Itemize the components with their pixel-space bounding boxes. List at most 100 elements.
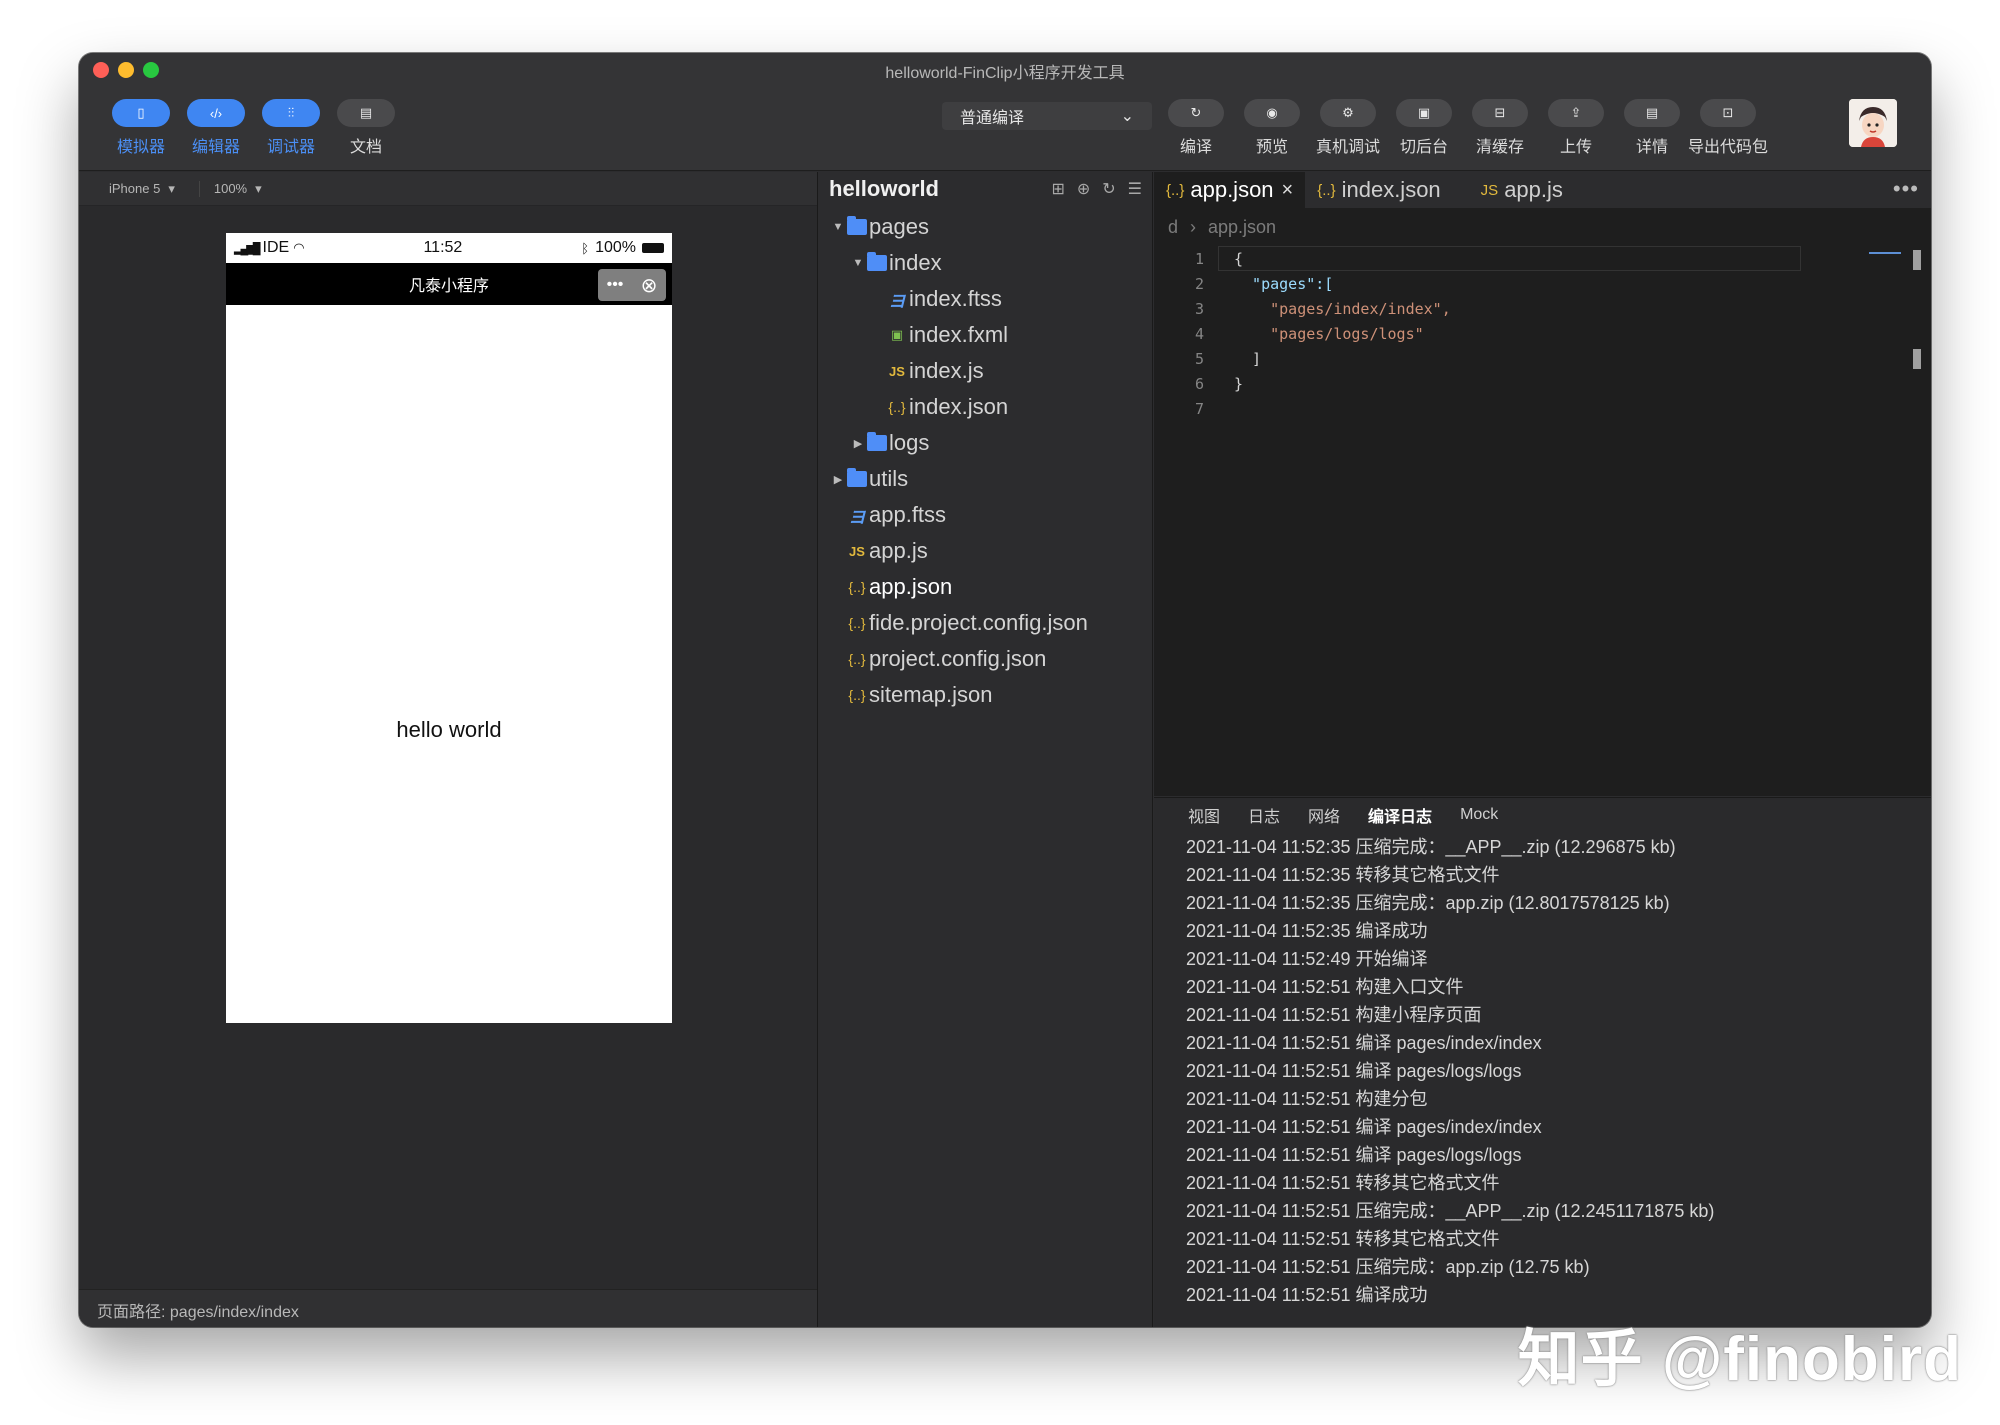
phone-screen[interactable]: ▂▄▆█ IDE ◠ 11:52 ᛒ 100% 凡泰小程序 ••• ⊗ hell… [226,233,672,1023]
minimap[interactable] [1869,252,1901,262]
left-button-3[interactable]: ▤ 文档 [337,99,395,157]
line-number: 2 [1194,274,1204,293]
js-file-icon: JS [849,543,865,559]
tree-item-label: index.fxml [909,322,1009,347]
json-file-icon: {..} [1317,181,1336,199]
log-line: 2021-11-04 11:52:51 编译 pages/logs/logs [1186,1061,1522,1081]
code-text: ] [1234,349,1262,368]
console-tab-2[interactable]: 网络 [1308,803,1340,827]
tree-item-label: index.js [909,358,984,383]
code-text: "pages/logs/logs" [1234,324,1424,343]
tree-item-index[interactable]: ▼ index [819,245,1152,281]
right-button-label: 编译 [1179,139,1212,156]
more-icon[interactable]: ••• [1893,176,1919,202]
tree-item-label: index.ftss [909,286,1002,311]
tree-item-utils[interactable]: ▶ utils [819,461,1152,497]
carrier-label: IDE [262,239,290,256]
console-tab-0[interactable]: 视图 [1188,803,1220,827]
tree-item-app-json[interactable]: {..} app.json [819,569,1152,605]
compile-mode-select[interactable]: 普通编译 ⌄ [942,102,1152,130]
tree-item-index-ftss[interactable]: ヨ index.ftss [819,281,1152,317]
tree-item-pages[interactable]: ▼ pages [819,209,1152,245]
caret-down-icon[interactable]: ▼ [849,257,867,269]
details-icon: ▤ [1624,99,1680,127]
console-tab-1[interactable]: 日志 [1248,803,1280,827]
log-line: 2021-11-04 11:52:35 压缩完成：app.zip (12.801… [1186,893,1670,913]
breadcrumb-segment[interactable]: d [1168,217,1178,238]
new-file-icon[interactable]: ⊞ [1051,179,1064,199]
code-line: 2 "pages":[ [1154,271,1931,296]
right-button-0[interactable]: ↻ 编译 [1167,99,1225,157]
code-line: 6} [1154,371,1931,396]
tree-item-label: utils [869,466,909,491]
close-circle-icon[interactable]: ⊗ [641,273,658,298]
tree-item-index-js[interactable]: JS index.js [819,353,1152,389]
more-icon[interactable]: ••• [607,276,624,294]
line-number: 6 [1194,374,1204,393]
console-tab-4[interactable]: Mock [1460,806,1498,824]
left-button-1[interactable]: ‹/› 编辑器 [187,99,245,157]
tree-item-index-fxml[interactable]: ▣ index.fxml [819,317,1152,353]
chevron-right-icon: › [1190,216,1197,237]
capsule-menu: ••• ⊗ [598,269,666,301]
left-button-2[interactable]: ⫶⫶ 调试器 [262,99,320,157]
tree-item-label: fide.project.config.json [869,610,1088,635]
fxml-file-icon: ▣ [890,327,904,342]
tree-item-app-ftss[interactable]: ヨ app.ftss [819,497,1152,533]
file-tree: ▼ pages ▼ index ヨ index.ftss ▣ index.fxml JS inde… [819,209,1152,713]
right-button-3[interactable]: ▣ 切后台 [1395,99,1453,157]
collapse-all-icon[interactable]: ☰ [1128,179,1142,199]
left-button-0[interactable]: ▯ 模拟器 [112,99,170,157]
close-icon[interactable]: × [1282,179,1294,202]
clear-cache-icon: ⊟ [1472,99,1528,127]
editor-tab-label: app.json [1190,177,1274,202]
code-area[interactable]: 1{2 "pages":[3 "pages/index/index", 4 "pa… [1154,246,1931,421]
tree-item-label: app.json [869,574,953,599]
tree-item-index-json[interactable]: {..} index.json [819,389,1152,425]
user-avatar[interactable] [1849,99,1897,147]
caret-right-icon[interactable]: ▶ [849,437,867,450]
right-button-2[interactable]: ⚙ 真机调试 [1316,99,1380,157]
device-select[interactable]: iPhone 5 ▾ [109,181,189,197]
log-line: 2021-11-04 11:52:51 构建小程序页面 [1186,1005,1482,1025]
signal-icon: ▂▄▆█ [234,242,260,255]
compile-log: 2021-11-04 11:52:35 压缩完成：__APP__.zip (12… [1154,832,1931,1308]
action-toolbar: ↻ 编译 ◉ 预览 ⚙ 真机调试 ▣ 切后台 ⊟ 清缓存 ⇪ 上传 ▤ 详情 ⊡ 导出代码包 [1167,99,1768,157]
breadcrumb-segment[interactable]: app.json [1208,217,1276,238]
zoom-select[interactable]: 100% ▾ [198,180,276,197]
right-button-label: 切后台 [1399,139,1448,156]
right-button-5[interactable]: ⇪ 上传 [1547,99,1605,157]
log-line: 2021-11-04 11:52:51 构建分包 [1186,1089,1428,1109]
right-button-1[interactable]: ◉ 预览 [1243,99,1301,157]
code-text: "pages":[ [1234,274,1334,293]
right-button-6[interactable]: ▤ 详情 [1623,99,1681,157]
editor-tab-index-json[interactable]: {..} index.json [1305,172,1453,208]
log-line: 2021-11-04 11:52:51 编译 pages/logs/logs [1186,1145,1522,1165]
caret-down-icon: ▾ [255,180,262,196]
editor-tab-app-json[interactable]: {..} app.json × [1154,172,1306,208]
log-line: 2021-11-04 11:52:51 压缩完成：__APP__.zip (12… [1186,1201,1715,1221]
json-file-icon: {..} [888,399,906,415]
tree-item-sitemap-json[interactable]: {..} sitemap.json [819,677,1152,713]
refresh-icon[interactable]: ↻ [1102,179,1115,199]
tree-item-project-config-json[interactable]: {..} project.config.json [819,641,1152,677]
right-button-7[interactable]: ⊡ 导出代码包 [1688,99,1768,157]
caret-down-icon[interactable]: ▼ [829,221,847,233]
log-line: 2021-11-04 11:52:35 压缩完成：__APP__.zip (12… [1186,837,1676,857]
explorer-header: helloworld ⊞ ⊕ ↻ ☰ [819,172,1152,206]
tree-item-label: index [889,250,942,275]
right-button-4[interactable]: ⊟ 清缓存 [1471,99,1529,157]
new-folder-icon[interactable]: ⊕ [1077,179,1090,199]
caret-right-icon[interactable]: ▶ [829,473,847,486]
console-tab-3[interactable]: 编译日志 [1368,803,1432,827]
scrollbar-thumb[interactable] [1913,250,1921,270]
code-text: "pages/index/index", [1234,299,1451,318]
editor-tab-app-js[interactable]: JS app.js [1468,172,1575,208]
tree-item-fide-project-config-json[interactable]: {..} fide.project.config.json [819,605,1152,641]
tree-item-logs[interactable]: ▶ logs [819,425,1152,461]
tree-item-app-js[interactable]: JS app.js [819,533,1152,569]
window-title: helloworld-FinClip小程序开发工具 [885,65,1125,82]
avatar-icon [1849,99,1897,147]
tree-item-label: project.config.json [869,646,1047,671]
document-icon: ▤ [337,99,395,127]
